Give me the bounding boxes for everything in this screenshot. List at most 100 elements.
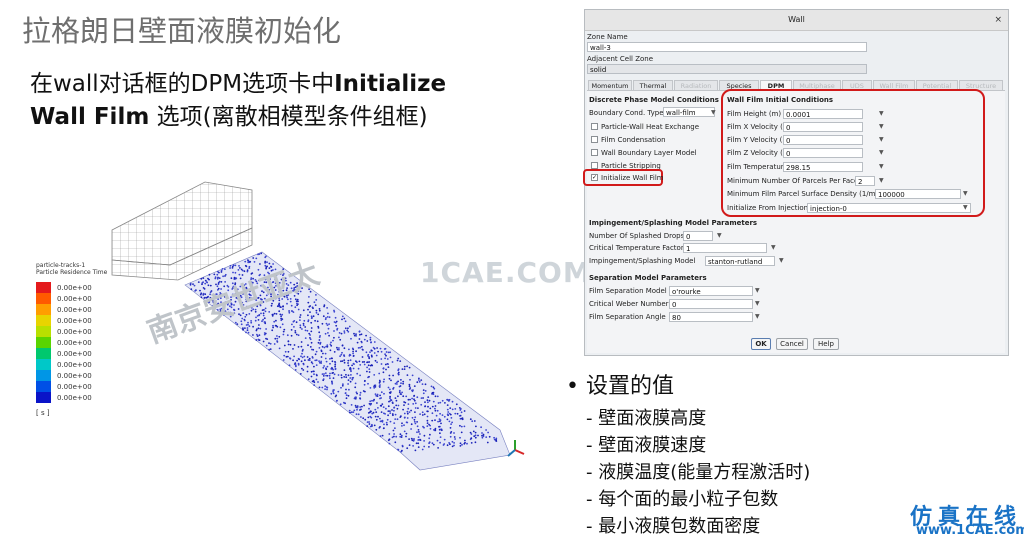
particle-dot [207,277,209,280]
particle-dot [450,417,453,419]
particle-dot [236,323,239,325]
chevron-down-icon[interactable]: ▼ [879,177,884,184]
chevron-down-icon[interactable]: ▼ [755,313,760,320]
particle-dot [337,390,340,393]
chevron-down-icon[interactable]: ▼ [711,109,716,116]
particle-dot [353,332,355,335]
separation-field-input[interactable]: 0 [669,299,753,309]
wall-boundary-layer-checkbox[interactable] [591,149,598,156]
cancel-button[interactable]: Cancel [776,338,808,350]
particle-dot [408,385,411,388]
legend-row: 0.00e+00 [36,326,107,337]
particle-dot [347,364,350,367]
particle-dot [397,380,399,383]
film-condensation-checkbox[interactable] [591,136,598,143]
particle-dot [273,343,276,345]
impingement-field-input[interactable]: 1 [683,243,767,253]
legend-value: 0.00e+00 [57,283,92,292]
particle-wall-heat-checkbox[interactable] [591,123,598,130]
particle-dot [398,391,401,394]
impingement-field-input[interactable]: 0 [683,231,713,241]
axis-triad-icon [507,440,525,457]
particle-dot [293,355,295,358]
particle-dot [374,408,377,411]
chevron-down-icon[interactable]: ▼ [755,300,760,307]
particle-dot [345,373,347,376]
film-field-input[interactable]: 298.15 [783,162,863,172]
particle-dot [375,418,378,421]
particle-dot [311,316,313,319]
particle-dot [459,424,461,427]
chevron-down-icon[interactable]: ▼ [963,190,968,197]
chevron-down-icon[interactable]: ▼ [771,244,776,251]
particle-dot [389,420,392,423]
particle-dot [423,426,425,429]
particle-dot [408,366,411,369]
particle-dot [431,442,434,445]
particle-dot [393,435,395,438]
legend-swatch [36,381,51,392]
particle-dot [250,320,253,322]
chevron-down-icon[interactable]: ▼ [717,232,722,239]
film-field-input[interactable]: 100000 [875,189,961,199]
particle-stripping-checkbox[interactable] [591,162,598,169]
separation-field-label: Film Separation Model [589,287,667,295]
help-button[interactable]: Help [813,338,839,350]
film-field-input[interactable]: 0 [783,122,863,132]
film-field-input[interactable]: 2 [855,176,875,186]
particle-dot [358,338,361,340]
particle-dot [329,372,331,375]
particle-dot [380,350,383,353]
chevron-down-icon[interactable]: ▼ [963,204,968,211]
particle-dot [347,362,349,364]
particle-dot [307,314,309,317]
particle-dot [382,367,385,370]
particle-dot [384,363,387,366]
particle-dot [245,324,248,326]
particle-dot [318,308,321,310]
separation-field-input[interactable]: o'rourke [669,286,753,296]
particle-dot [224,273,227,276]
legend-value: 0.00e+00 [57,349,92,358]
chevron-down-icon[interactable]: ▼ [879,123,884,130]
particle-dot [250,321,253,324]
chevron-down-icon[interactable]: ▼ [879,149,884,156]
initialize-wall-film-checkbox[interactable]: ✓ [591,174,598,181]
particle-dot [280,317,282,320]
chevron-down-icon[interactable]: ▼ [879,163,884,170]
particle-dot [322,375,325,377]
particle-dot [348,388,350,391]
legend-row: 0.00e+00 [36,282,107,293]
separation-field-input[interactable]: 80 [669,312,753,322]
impingement-field-label: Number Of Splashed Drops [589,232,685,240]
impingement-field-input[interactable]: stanton-rutland [705,256,775,266]
particle-dot [448,398,451,401]
particle-dot [282,333,285,336]
particle-dot [331,357,333,360]
boundary-type-select[interactable]: wall-film [663,107,715,117]
particle-dot [297,363,300,366]
particle-dot [345,376,348,379]
chevron-down-icon[interactable]: ▼ [779,257,784,264]
chevron-down-icon[interactable]: ▼ [755,287,760,294]
zone-name-field[interactable]: wall-3 [587,42,867,52]
particle-dot [272,324,274,327]
particle-dot [286,334,289,337]
chevron-down-icon[interactable]: ▼ [879,110,884,117]
particle-dot [324,385,327,387]
particle-dot [439,432,441,435]
film-field-input[interactable]: injection-0 [807,203,971,213]
film-field-input[interactable]: 0 [783,135,863,145]
film-field-input[interactable]: 0 [783,148,863,158]
particle-dot [419,433,421,435]
close-icon[interactable]: × [994,10,1002,30]
adjacent-zone-field: solid [587,64,867,74]
particle-dot [321,345,324,348]
particle-dot [389,388,391,391]
film-field-input[interactable]: 0.0001 [783,109,863,119]
ok-button[interactable]: OK [751,338,771,350]
particle-dot [431,405,434,408]
particle-dot [463,410,466,412]
particle-dot [410,428,412,430]
chevron-down-icon[interactable]: ▼ [879,136,884,143]
